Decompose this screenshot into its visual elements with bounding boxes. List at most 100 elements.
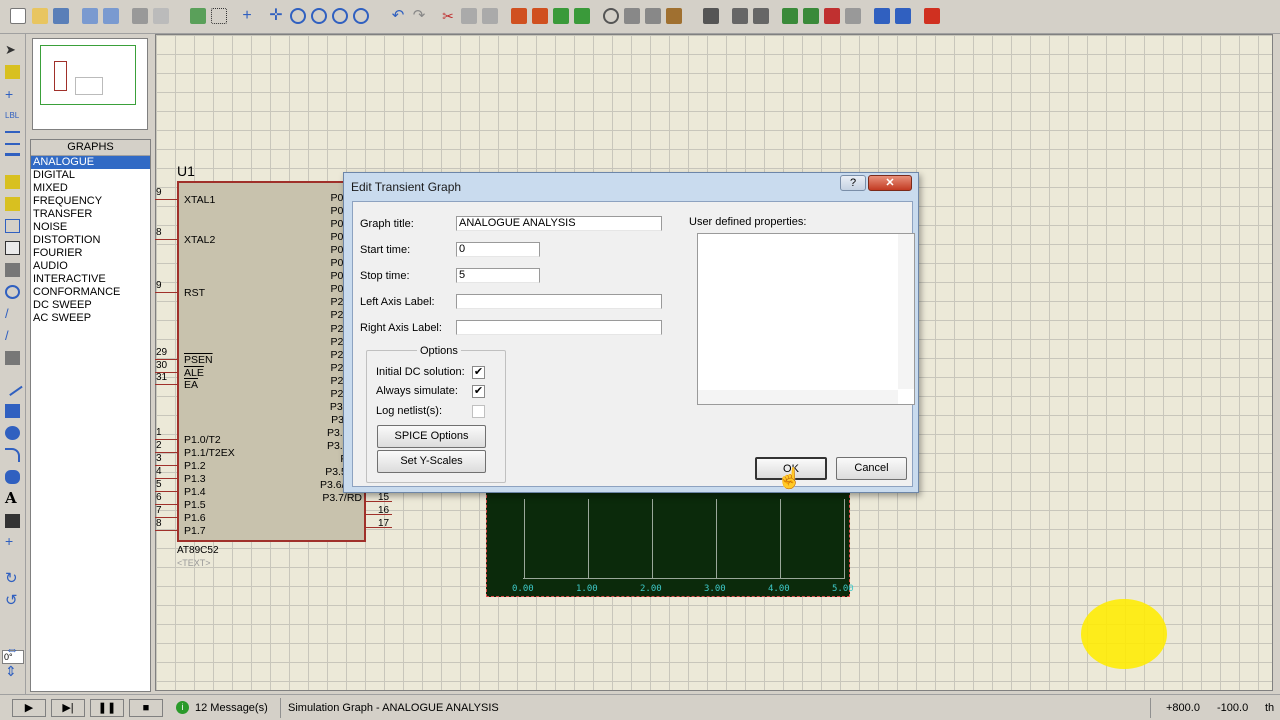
- cancel-button[interactable]: Cancel: [836, 457, 907, 480]
- graph-type-item[interactable]: AUDIO: [31, 260, 150, 273]
- play-button[interactable]: ▶: [12, 699, 46, 717]
- graph-type-item[interactable]: MIXED: [31, 182, 150, 195]
- start-time-input[interactable]: 0: [456, 242, 540, 257]
- graph-type-item[interactable]: TRANSFER: [31, 208, 150, 221]
- rotate-anticlockwise-icon[interactable]: ↺: [5, 593, 20, 608]
- pick-device-icon[interactable]: [603, 8, 619, 24]
- user-properties-textarea[interactable]: [697, 233, 915, 405]
- open-folder-icon[interactable]: [32, 8, 48, 24]
- graph-type-item[interactable]: ANALOGUE: [31, 156, 150, 169]
- voltage-probe-icon[interactable]: /: [5, 307, 20, 321]
- graph-type-item[interactable]: FREQUENCY: [31, 195, 150, 208]
- graph-type-item[interactable]: DC SWEEP: [31, 299, 150, 312]
- stop-time-input[interactable]: 5: [456, 268, 540, 283]
- decompose-icon[interactable]: [666, 8, 682, 24]
- import-icon[interactable]: [82, 8, 98, 24]
- export-icon[interactable]: [103, 8, 119, 24]
- zoom-out-icon[interactable]: [311, 8, 327, 24]
- set-y-scales-button[interactable]: Set Y-Scales: [377, 450, 486, 473]
- vertical-scrollbar[interactable]: [898, 234, 914, 389]
- make-device-icon[interactable]: [624, 8, 640, 24]
- circle-icon[interactable]: [5, 426, 20, 440]
- analogue-graph[interactable]: 0.00 1.00 2.00 3.00 4.00 5.00: [486, 480, 854, 597]
- microcontroller-chip[interactable]: XTAL1 XTAL2 RST PSEN ALE EA P1.0/T2 P1.1/T2EX P1…: [177, 181, 366, 542]
- wire-autorouter-icon[interactable]: [703, 8, 719, 24]
- remove-sheet-icon[interactable]: [803, 8, 819, 24]
- line-icon[interactable]: [2, 375, 23, 397]
- cut-icon[interactable]: ✂: [440, 8, 456, 24]
- messages-icon[interactable]: i: [176, 701, 189, 714]
- always-simulate-checkbox[interactable]: ✔: [472, 385, 485, 398]
- grid-icon[interactable]: [211, 8, 227, 24]
- new-file-icon[interactable]: [10, 8, 26, 24]
- marker-icon[interactable]: +: [5, 534, 20, 548]
- device-pins-icon[interactable]: [5, 219, 20, 233]
- symbol-icon[interactable]: [5, 514, 20, 528]
- overview-window[interactable]: [32, 38, 148, 130]
- messages-count[interactable]: 12 Message(s): [195, 702, 268, 714]
- current-probe-icon[interactable]: /: [5, 329, 20, 343]
- virtual-instruments-icon[interactable]: [5, 351, 20, 365]
- block-copy-icon[interactable]: [511, 8, 527, 24]
- wire-label-icon[interactable]: LBL: [5, 109, 20, 123]
- log-netlist-checkbox[interactable]: [472, 405, 485, 418]
- property-assign-icon[interactable]: [753, 8, 769, 24]
- horizontal-scrollbar[interactable]: [698, 390, 898, 404]
- left-axis-input[interactable]: [456, 294, 662, 309]
- ares-icon[interactable]: [874, 8, 890, 24]
- stop-button[interactable]: ■: [129, 699, 163, 717]
- zoom-all-icon[interactable]: [332, 8, 348, 24]
- paste-icon[interactable]: [482, 8, 498, 24]
- arc-icon[interactable]: [5, 448, 20, 462]
- new-sheet-icon[interactable]: [782, 8, 798, 24]
- close-button[interactable]: ✕: [868, 175, 912, 191]
- vertical-scrollbar[interactable]: [1273, 34, 1280, 691]
- print-icon[interactable]: [132, 8, 148, 24]
- graph-type-list[interactable]: ANALOGUE DIGITAL MIXED FREQUENCY TRANSFER NOI…: [31, 156, 150, 325]
- zoom-area-icon[interactable]: [353, 8, 369, 24]
- buses-icon[interactable]: [5, 153, 20, 167]
- tape-recorder-icon[interactable]: [5, 263, 20, 277]
- graph-mode-icon[interactable]: [5, 241, 20, 255]
- save-icon[interactable]: [53, 8, 69, 24]
- search-tag-icon[interactable]: [732, 8, 748, 24]
- graph-type-item[interactable]: INTERACTIVE: [31, 273, 150, 286]
- block-delete-icon[interactable]: [574, 8, 590, 24]
- graph-type-item[interactable]: CONFORMANCE: [31, 286, 150, 299]
- pan-icon[interactable]: ✛: [268, 8, 284, 24]
- subcircuit-icon[interactable]: [5, 175, 20, 189]
- spice-options-button[interactable]: SPICE Options: [377, 425, 486, 448]
- origin-icon[interactable]: +: [239, 8, 255, 24]
- initial-dc-checkbox[interactable]: ✔: [472, 366, 485, 379]
- right-axis-input[interactable]: [456, 320, 662, 335]
- text-icon[interactable]: A: [5, 490, 20, 506]
- mirror-x-icon[interactable]: ⇔: [5, 642, 20, 656]
- step-button[interactable]: ▶|: [51, 699, 85, 717]
- graph-type-item[interactable]: NOISE: [31, 221, 150, 234]
- ares-launch-icon[interactable]: [924, 8, 940, 24]
- graph-type-item[interactable]: AC SWEEP: [31, 312, 150, 325]
- junction-icon[interactable]: +: [5, 87, 20, 101]
- graph-type-item[interactable]: FOURIER: [31, 247, 150, 260]
- closed-path-icon[interactable]: [5, 470, 20, 484]
- generator-icon[interactable]: [5, 285, 20, 299]
- text-script-icon[interactable]: [5, 131, 20, 145]
- copy-icon[interactable]: [461, 8, 477, 24]
- refresh-icon[interactable]: [190, 8, 206, 24]
- graph-type-item[interactable]: DISTORTION: [31, 234, 150, 247]
- netlist-icon[interactable]: [845, 8, 861, 24]
- rotate-clockwise-icon[interactable]: ↻: [5, 571, 20, 586]
- component-mode-icon[interactable]: [5, 65, 20, 79]
- terminals-icon[interactable]: [5, 197, 20, 211]
- packaging-icon[interactable]: [645, 8, 661, 24]
- box-icon[interactable]: [5, 404, 20, 418]
- graph-title-input[interactable]: ANALOGUE ANALYSIS: [456, 216, 662, 231]
- selection-mode-icon[interactable]: ➤: [5, 43, 20, 57]
- bill-of-materials-icon[interactable]: [824, 8, 840, 24]
- undo-icon[interactable]: ↶: [390, 8, 406, 24]
- print-area-icon[interactable]: [153, 8, 169, 24]
- export-netlist-icon[interactable]: [895, 8, 911, 24]
- graph-type-item[interactable]: DIGITAL: [31, 169, 150, 182]
- block-move-icon[interactable]: [532, 8, 548, 24]
- block-rotate-icon[interactable]: [553, 8, 569, 24]
